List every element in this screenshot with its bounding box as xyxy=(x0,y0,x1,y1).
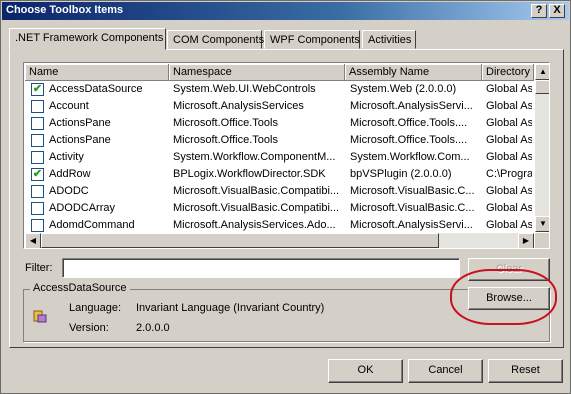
row-namespace: System.Web.UI.WebControls xyxy=(173,83,316,95)
row-namespace: Microsoft.Office.Tools xyxy=(173,134,278,146)
row-checkbox[interactable] xyxy=(31,219,44,232)
row-name: ActionsPane xyxy=(49,117,111,129)
language-label: Language: xyxy=(69,302,121,314)
row-checkbox[interactable] xyxy=(31,185,44,198)
version-value: 2.0.0.0 xyxy=(136,322,170,334)
vertical-scroll-thumb[interactable] xyxy=(535,80,549,94)
browse-highlight-annotation xyxy=(450,269,557,325)
row-namespace: Microsoft.VisualBasic.Compatibi... xyxy=(173,202,340,214)
scroll-down-icon[interactable]: ▼ xyxy=(535,216,549,232)
row-checkbox[interactable] xyxy=(31,117,44,130)
row-name: ADODCArray xyxy=(49,202,116,214)
table-row[interactable]: ADODC Microsoft.VisualBasic.Compatibi... M… xyxy=(25,183,534,200)
row-name: Activity xyxy=(49,151,84,163)
column-header-directory[interactable]: Directory xyxy=(482,64,534,81)
row-checkbox[interactable]: ✔ xyxy=(31,168,44,181)
row-directory: Global Ass xyxy=(486,134,532,146)
tab-net-framework-components[interactable]: .NET Framework Components xyxy=(9,28,166,50)
dialog-window: Choose Toolbox Items ? X .NET Framework … xyxy=(0,0,571,394)
vertical-scrollbar[interactable]: ▲ ▼ xyxy=(535,64,549,232)
table-row[interactable]: ADODCArray Microsoft.VisualBasic.Compatib… xyxy=(25,200,534,217)
row-directory: Global Ass xyxy=(486,151,532,163)
row-directory: Global Ass xyxy=(486,83,532,95)
row-namespace: BPLogix.WorkflowDirector.SDK xyxy=(173,168,326,180)
version-label: Version: xyxy=(69,322,109,334)
row-directory: C:\Progra xyxy=(486,168,532,180)
table-row[interactable]: ✔ AccessDataSource System.Web.UI.WebContro… xyxy=(25,81,534,98)
tab-wpf-components[interactable]: WPF Components xyxy=(264,30,360,49)
row-namespace: Microsoft.VisualBasic.Compatibi... xyxy=(173,185,340,197)
column-header-name[interactable]: Name xyxy=(25,64,169,81)
window-title: Choose Toolbox Items xyxy=(6,4,124,16)
horizontal-scroll-thumb[interactable] xyxy=(41,233,439,248)
scroll-left-icon[interactable]: ◀ xyxy=(25,233,41,248)
row-checkbox[interactable] xyxy=(31,202,44,215)
table-row[interactable]: Account Microsoft.AnalysisServices Microso… xyxy=(25,98,534,115)
list-header: Name Namespace Assembly Name Directory xyxy=(25,64,534,81)
row-checkbox[interactable] xyxy=(31,134,44,147)
table-row[interactable]: ActionsPane Microsoft.Office.Tools Microso… xyxy=(25,115,534,132)
row-directory: Global Ass xyxy=(486,100,532,112)
row-namespace: System.Workflow.ComponentM... xyxy=(173,151,336,163)
tab-com-components[interactable]: COM Components xyxy=(167,30,264,49)
help-button[interactable]: ? xyxy=(531,4,547,18)
table-row[interactable]: ✔ AddRow BPLogix.WorkflowDirector.SDK bpVSP… xyxy=(25,166,534,183)
table-row[interactable]: AdomdCommand Microsoft.AnalysisServices.A… xyxy=(25,217,534,234)
details-group-title: AccessDataSource xyxy=(30,282,130,294)
tab-activities[interactable]: Activities xyxy=(362,30,416,49)
scroll-right-icon[interactable]: ▶ xyxy=(518,233,534,248)
row-assembly: System.Web (2.0.0.0) xyxy=(350,83,457,95)
table-row[interactable]: ActionsPane Microsoft.Office.Tools Microso… xyxy=(25,132,534,149)
row-assembly: Microsoft.VisualBasic.C... xyxy=(350,185,475,197)
row-assembly: Microsoft.Office.Tools.... xyxy=(350,134,468,146)
row-namespace: Microsoft.AnalysisServices xyxy=(173,100,304,112)
row-name: Account xyxy=(49,100,89,112)
title-bar[interactable]: Choose Toolbox Items ? X xyxy=(2,2,569,20)
row-name: ActionsPane xyxy=(49,134,111,146)
row-name: AccessDataSource xyxy=(49,83,143,95)
column-header-namespace[interactable]: Namespace xyxy=(169,64,345,81)
row-assembly: Microsoft.VisualBasic.C... xyxy=(350,202,475,214)
row-name: AdomdCommand xyxy=(49,219,135,231)
reset-button[interactable]: Reset xyxy=(488,359,563,383)
row-assembly: Microsoft.AnalysisServi... xyxy=(350,100,473,112)
row-name: ADODC xyxy=(49,185,89,197)
row-namespace: Microsoft.Office.Tools xyxy=(173,117,278,129)
row-assembly: Microsoft.Office.Tools.... xyxy=(350,117,468,129)
row-checkbox[interactable] xyxy=(31,100,44,113)
filter-label: Filter: xyxy=(25,262,53,274)
row-directory: Global Ass xyxy=(486,117,532,129)
close-button[interactable]: X xyxy=(549,4,565,18)
scroll-corner xyxy=(535,233,549,248)
language-value: Invariant Language (Invariant Country) xyxy=(136,302,325,314)
row-checkbox[interactable]: ✔ xyxy=(31,83,44,96)
row-directory: Global Ass xyxy=(486,202,532,214)
row-directory: Global Ass xyxy=(486,185,532,197)
component-icon xyxy=(33,309,47,323)
filter-input[interactable] xyxy=(62,258,460,278)
ok-button[interactable]: OK xyxy=(328,359,403,383)
row-checkbox[interactable] xyxy=(31,151,44,164)
row-name: AddRow xyxy=(49,168,91,180)
row-assembly: System.Workflow.Com... xyxy=(350,151,470,163)
row-directory: Global Ass xyxy=(486,219,532,231)
row-namespace: Microsoft.AnalysisServices.Ado... xyxy=(173,219,336,231)
cancel-button[interactable]: Cancel xyxy=(408,359,483,383)
components-list[interactable]: Name Namespace Assembly Name Directory ✔… xyxy=(23,62,550,249)
table-row[interactable]: Activity System.Workflow.ComponentM... Sys… xyxy=(25,149,534,166)
column-header-assembly-name[interactable]: Assembly Name xyxy=(345,64,482,81)
horizontal-scrollbar[interactable]: ◀ ▶ xyxy=(25,233,534,248)
row-assembly: Microsoft.AnalysisServi... xyxy=(350,219,473,231)
row-assembly: bpVSPlugin (2.0.0.0) xyxy=(350,168,452,180)
scroll-up-icon[interactable]: ▲ xyxy=(535,64,549,80)
